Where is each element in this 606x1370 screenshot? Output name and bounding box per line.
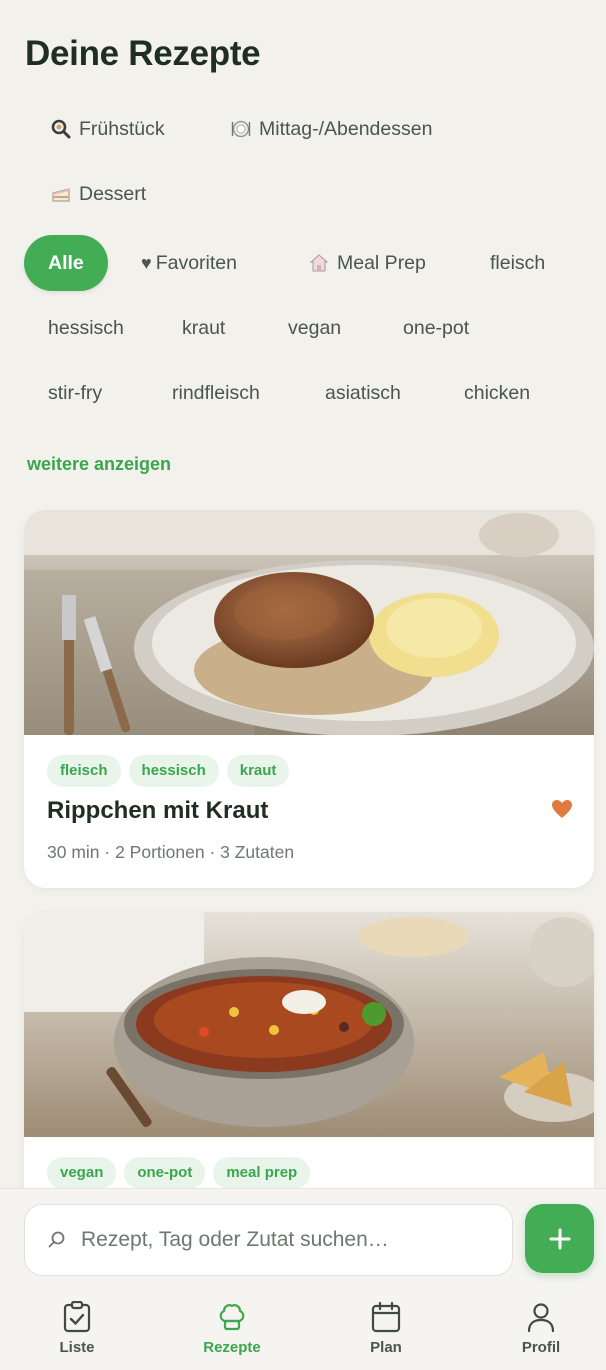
bottom-bar: Liste Rezepte Plan Profil	[0, 1188, 606, 1370]
filter-label: one-pot	[403, 317, 470, 339]
calendar-icon	[371, 1301, 401, 1333]
tag-list: vegan one-pot meal prep	[47, 1157, 311, 1189]
plate-icon	[231, 119, 251, 139]
category-label: Frühstück	[79, 118, 165, 140]
category-fruehstueck[interactable]: Frühstück	[27, 101, 189, 157]
search-box[interactable]	[24, 1204, 513, 1276]
filter-kraut[interactable]: kraut	[158, 300, 249, 356]
nav-item-profil[interactable]: Profil	[486, 1293, 596, 1356]
filter-chicken[interactable]: chicken	[440, 365, 554, 421]
filter-fleisch[interactable]: fleisch	[466, 235, 569, 291]
filter-alle[interactable]: Alle	[24, 235, 108, 291]
cake-icon	[51, 184, 71, 204]
filter-label: kraut	[182, 317, 226, 339]
nav-item-liste[interactable]: Liste	[22, 1293, 132, 1356]
filter-asiatisch[interactable]: asiatisch	[301, 365, 425, 421]
nav-label: Profil	[521, 1339, 561, 1356]
recipe-image	[24, 510, 594, 735]
filter-label: Meal Prep	[337, 252, 426, 274]
plus-icon	[549, 1228, 570, 1249]
filter-favoriten[interactable]: ♥ Favoriten	[117, 235, 261, 291]
search-icon	[48, 1231, 65, 1248]
tag[interactable]: hessisch	[128, 755, 219, 787]
filter-label: chicken	[464, 382, 531, 404]
filter-label: hessisch	[48, 317, 124, 339]
nav-label: Rezepte	[203, 1339, 261, 1356]
clipboard-check-icon	[63, 1301, 91, 1333]
nav-item-rezepte[interactable]: Rezepte	[177, 1293, 287, 1356]
add-recipe-button[interactable]	[525, 1204, 594, 1273]
chef-hat-icon	[219, 1304, 245, 1331]
recipe-image	[24, 912, 594, 1137]
magnifier-icon	[51, 119, 71, 139]
search-input[interactable]	[81, 1228, 481, 1252]
filter-label: stir-fry	[48, 382, 103, 404]
tag[interactable]: kraut	[226, 755, 290, 787]
category-mittag-abendessen[interactable]: Mittag-/Abendessen	[207, 101, 456, 157]
recipe-meta: 30 min · 2 Portionen · 3 Zutaten	[47, 842, 295, 862]
category-label: Dessert	[79, 183, 147, 205]
filter-label: Favoriten	[155, 252, 237, 274]
filter-label: rindfleisch	[172, 382, 260, 404]
nav-label: Plan	[370, 1339, 402, 1356]
filter-hessisch[interactable]: hessisch	[24, 300, 148, 356]
category-label: Mittag-/Abendessen	[259, 118, 433, 140]
filter-label: fleisch	[490, 252, 546, 274]
user-icon	[527, 1303, 555, 1333]
tag[interactable]: fleisch	[47, 755, 121, 787]
filter-label: asiatisch	[325, 382, 401, 404]
house-icon	[309, 253, 329, 273]
filter-label: Alle	[48, 252, 84, 274]
recipe-card[interactable]: vegan one-pot meal prep	[24, 912, 594, 1212]
nav-item-plan[interactable]: Plan	[331, 1293, 441, 1356]
show-more-link[interactable]: weitere anzeigen	[27, 454, 171, 475]
filter-stir-fry[interactable]: stir-fry	[24, 365, 126, 421]
recipe-card[interactable]: fleisch hessisch kraut Rippchen mit Krau…	[24, 510, 594, 888]
tag[interactable]: meal prep	[213, 1157, 311, 1189]
tag[interactable]: one-pot	[124, 1157, 206, 1189]
heart-icon[interactable]	[550, 797, 574, 821]
filter-meal-prep[interactable]: Meal Prep	[285, 235, 450, 291]
nav-label: Liste	[59, 1339, 95, 1356]
filter-rindfleisch[interactable]: rindfleisch	[148, 365, 284, 421]
category-dessert[interactable]: Dessert	[27, 166, 170, 222]
tag[interactable]: vegan	[47, 1157, 117, 1189]
bottom-nav: Liste Rezepte Plan Profil	[0, 1293, 606, 1370]
page-title: Deine Rezepte	[25, 34, 261, 73]
recipe-title: Rippchen mit Kraut	[47, 797, 269, 824]
filter-one-pot[interactable]: one-pot	[379, 300, 493, 356]
filter-vegan[interactable]: vegan	[264, 300, 365, 356]
tag-list: fleisch hessisch kraut	[47, 755, 290, 787]
heart-icon: ♥	[141, 253, 152, 273]
filter-label: vegan	[288, 317, 342, 339]
